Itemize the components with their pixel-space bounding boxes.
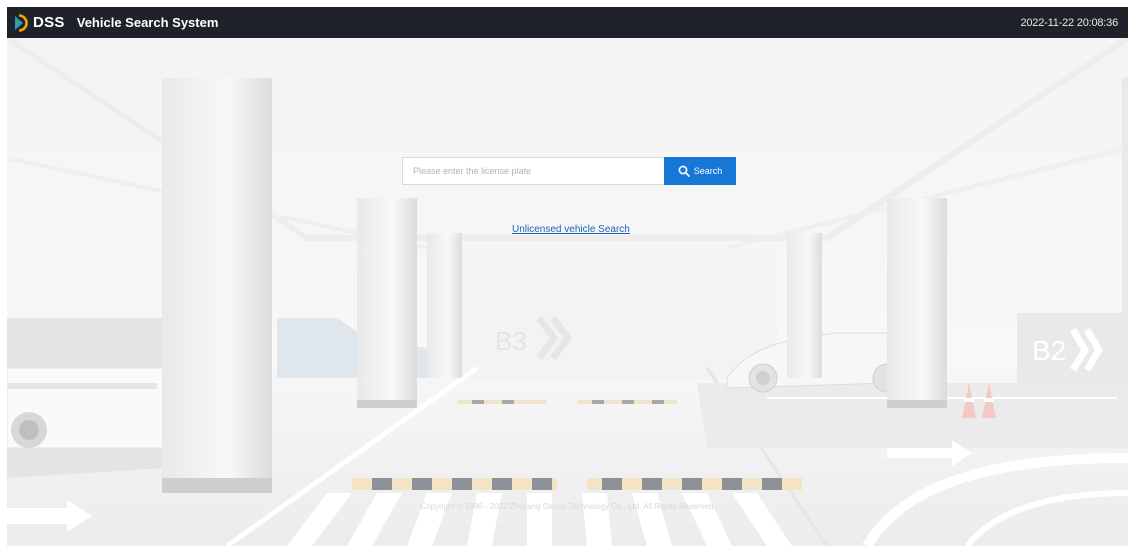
- datetime-display: 2022-11-22 20:08:36: [1020, 16, 1118, 29]
- search-button-label: Search: [693, 166, 723, 176]
- sign-b2: B2: [1032, 335, 1066, 366]
- search-icon: [678, 165, 690, 177]
- sign-b3: B3: [495, 326, 527, 356]
- copyright-text: Copyright © 1996 - 2022 Zhejiang Dahua T…: [420, 502, 716, 511]
- app-title: Vehicle Search System: [76, 15, 219, 30]
- license-plate-input[interactable]: [402, 157, 664, 185]
- top-bar: DSS Vehicle Search System 2022-11-22 20:…: [7, 7, 1128, 38]
- parking-background: B3 B2: [7, 38, 1128, 546]
- logo-text: DSS: [33, 14, 65, 31]
- parking-garage-illustration: B3 B2: [7, 38, 1128, 546]
- search-button[interactable]: Search: [664, 157, 736, 185]
- logo: DSS: [12, 13, 65, 32]
- dss-logo-icon: [15, 13, 28, 32]
- unlicensed-vehicle-search-link[interactable]: Unlicensed vehicle Search: [512, 224, 630, 235]
- search-bar: Search: [402, 157, 736, 185]
